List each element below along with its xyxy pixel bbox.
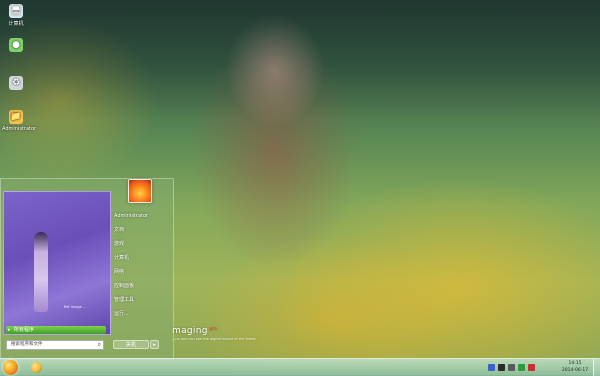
clock-time: 14:15 [568,361,582,366]
desktop-icon-user[interactable]: 📁 Administrator [2,110,37,132]
shutdown-button[interactable]: 关机 [113,340,149,349]
start-menu-item-control-panel[interactable]: 控制面板 [114,279,172,293]
system-clock[interactable]: 14:15 2014-06-17 [560,360,590,374]
start-menu-item-computer[interactable]: 计算机 [114,251,172,265]
taskbar-app-browser[interactable] [28,360,44,375]
watermark-title: maging pro [172,326,256,336]
network-icon[interactable] [498,364,505,371]
browser-icon [30,362,42,373]
all-programs-label: 所有程序 [14,327,35,333]
all-programs-button[interactable]: ▸ 所有程序 [6,326,106,334]
user-folder-icon: 📁 [9,110,23,124]
start-menu: Ref Image ... ▸ 所有程序 搜索程序和文件 ⌕ Administr… [0,178,174,360]
start-menu-right-column: Administrator 文档 游戏 计算机 网络 控制面板 管理工具 运行.… [114,209,172,321]
start-menu-item-games[interactable]: 游戏 [114,237,172,251]
start-menu-item-run[interactable]: 运行... [114,307,172,321]
recycle-bin-icon: ♻ [9,76,23,90]
shutdown-options-button[interactable]: ▸ [150,340,159,349]
taskbar: 14:15 2014-06-17 [0,358,600,376]
preview-caption: Ref Image ... [64,305,87,309]
start-menu-item-network[interactable]: 网络 [114,265,172,279]
watermark-badge: pro [209,326,218,331]
desktop-icon-label: Administrator [2,126,37,132]
ime-icon[interactable] [528,364,535,371]
system-tray [488,362,535,373]
search-placeholder: 搜索程序和文件 [11,342,43,347]
security-icon[interactable] [518,364,525,371]
arrow-right-icon: ▸ [8,327,11,333]
wallpaper-watermark: maging pro ...no one can see the digital … [172,326,256,341]
start-search-input[interactable]: 搜索程序和文件 ⌕ [6,340,104,350]
preview-figure [34,232,48,312]
start-menu-username[interactable]: Administrator [114,209,172,223]
show-desktop-button[interactable] [593,359,600,376]
desktop-icon-network[interactable]: ● [2,38,30,54]
start-menu-item-admin-tools[interactable]: 管理工具 [114,293,172,307]
watermark-subtitle: ...no one can see the digital record of … [172,337,256,341]
desktop-icon-label: 计算机 [8,21,24,27]
start-menu-item-documents[interactable]: 文档 [114,223,172,237]
watermark-title-text: maging [172,326,208,336]
start-button[interactable] [3,360,18,375]
chevron-right-icon: ▸ [153,342,156,348]
desktop-icon-recycle-bin[interactable]: ♻ [2,76,30,92]
clock-date: 2014-06-17 [561,368,589,373]
flag-icon[interactable] [488,364,495,371]
desktop-icon-computer[interactable]: 🖥 计算机 [2,4,30,27]
volume-icon[interactable] [508,364,515,371]
start-menu-preview-panel: Ref Image ... [3,191,111,335]
computer-icon: 🖥 [9,4,23,18]
user-avatar[interactable] [128,179,152,203]
wallpaper-overlay [0,0,600,120]
network-icon: ● [9,38,23,52]
search-icon[interactable]: ⌕ [98,341,101,349]
